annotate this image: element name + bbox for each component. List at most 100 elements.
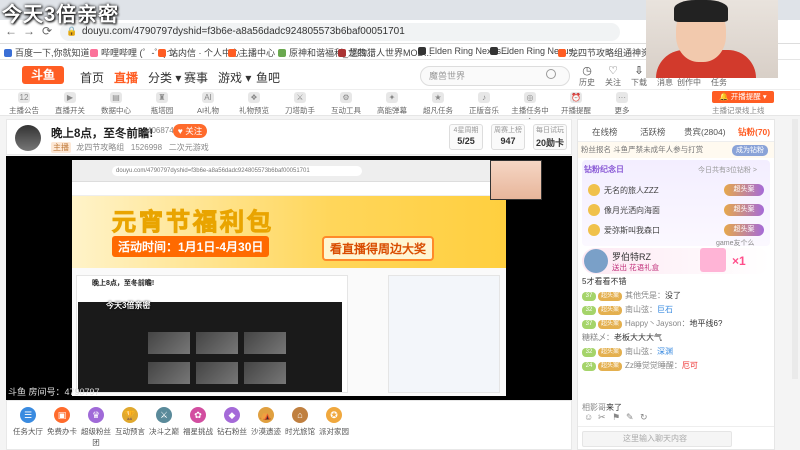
chat-text: 深渊 xyxy=(657,347,674,356)
chat-tool-2-icon[interactable]: ⚑ xyxy=(612,412,620,423)
banner-activity-time: 活动时间：1月1日-4月30日 xyxy=(112,236,270,257)
bookmark-label: 主播中心 xyxy=(239,48,276,58)
chat-user[interactable]: Zz睡觉觉睡醒： xyxy=(625,361,682,370)
rank-name: 像月光洒向海面 xyxy=(604,206,660,215)
bookmark-item[interactable]: 龙四节攻略组通神资... xyxy=(558,46,658,59)
tool-10[interactable]: ♪ 正版音乐 xyxy=(462,92,506,116)
stat-weekly[interactable]: 4星周期 5/25 xyxy=(449,124,483,150)
room-score: 406874 xyxy=(147,126,174,135)
chat-user[interactable]: 糖糕乄： xyxy=(582,333,614,342)
toolbar-item[interactable]: ✿ 福星挑战 xyxy=(181,407,215,437)
fans-count[interactable]: 今日共有3位钻粉 > xyxy=(698,165,757,175)
toolbar-item[interactable]: ⚔ 决斗之巅 xyxy=(147,407,181,437)
header-glyph-icon: ◷ xyxy=(582,65,592,77)
level-badge: 24 xyxy=(582,362,596,371)
toolbar-item[interactable]: ⌂ 时光旅馆 xyxy=(283,407,317,437)
chat-message xyxy=(582,388,772,402)
toolbar-item[interactable]: ◆ 钻石粉丝 xyxy=(215,407,249,437)
tool-icon: ⚙ xyxy=(340,92,352,103)
room-header: 晚上8点，至冬前瞻! 406874 ♥ 关注 主播 龙四节攻略组 1526998… xyxy=(6,119,572,155)
become-fan-button[interactable]: 成为钻粉 xyxy=(732,145,768,156)
open-record-link[interactable]: 主播记录线上线 xyxy=(712,105,765,116)
header-1-icon[interactable]: ♡ 关注 xyxy=(600,64,626,88)
ranking-row[interactable]: 像月光洒向海面 超头案 xyxy=(588,202,764,220)
tool-label: AI礼物 xyxy=(196,106,220,115)
tool-1[interactable]: ▶ 直播开关 xyxy=(48,92,92,116)
anchor-name[interactable]: 龙四节攻略组 xyxy=(76,143,124,152)
toolbar-item[interactable]: 🏆 互动预言 xyxy=(113,407,147,437)
url-input[interactable]: douyu.com/4790797dyshid=f3b6e-a8a56dadc9… xyxy=(60,23,620,41)
tool-icon: ✦ xyxy=(386,92,398,103)
nav-1[interactable]: 首页 xyxy=(80,69,104,86)
search-icon[interactable] xyxy=(546,69,556,79)
tab-3[interactable]: 钻粉(70) xyxy=(738,126,770,138)
tab-0[interactable]: 在线榜 xyxy=(592,126,618,138)
inner-thumb xyxy=(148,332,190,354)
room-title: 晚上8点，至冬前瞻! xyxy=(51,128,154,140)
tool-13[interactable]: ··· 更多 xyxy=(600,92,644,116)
chat-user[interactable]: 其他凭是： xyxy=(625,291,665,300)
ranking-row[interactable]: 无名的旅人ZZZ 超头案 xyxy=(588,182,764,200)
bookmark-item[interactable]: 主播中心 xyxy=(228,46,275,59)
follow-button[interactable]: ♥ 关注 xyxy=(173,124,207,138)
toolbar-item[interactable]: ☰ 任务大厅 xyxy=(11,407,45,437)
chat-text: 5才看看不错 xyxy=(582,277,627,286)
tool-8[interactable]: ✦ 高能弹幕 xyxy=(370,92,414,116)
level-badge: 37 xyxy=(582,320,596,329)
inner-url: douyu.com/4790797dyshid=f3b6e-a8a56dadc9… xyxy=(112,166,362,176)
inner-thumb xyxy=(244,362,286,384)
open-remind-button[interactable]: 🔔 开播提醒 ▾ xyxy=(712,91,774,103)
inner-thumb xyxy=(148,362,190,384)
chat-tool-4-icon[interactable]: ↻ xyxy=(640,412,648,423)
header-0-icon[interactable]: ◷ 历史 xyxy=(574,64,600,88)
chat-tool-0-icon[interactable]: ☺ xyxy=(584,412,593,422)
bookmark-item[interactable]: 百度一下,你就知道 xyxy=(4,46,90,59)
toolbar-item[interactable]: ✪ 派对家园 xyxy=(317,407,351,437)
nav-6[interactable]: 鱼吧 xyxy=(256,69,280,86)
tab-1[interactable]: 活跃榜 xyxy=(640,126,666,138)
bookmark-icon xyxy=(338,49,346,57)
toolbar-item[interactable]: ⛺ 沙漠遗迹 xyxy=(249,407,283,437)
tool-icon: ♜ xyxy=(156,92,168,103)
medal-icon xyxy=(588,184,600,196)
chat-user[interactable]: 南山弦： xyxy=(625,347,657,356)
toolbar-label: 沙漠遗迹 xyxy=(251,427,281,436)
nav-4[interactable]: 赛事 xyxy=(184,69,208,86)
chat-user[interactable]: 南山弦： xyxy=(625,305,657,314)
tool-7[interactable]: ⚙ 互动工具 xyxy=(324,92,368,116)
toolbar-item[interactable]: ♛ 超级粉丝团 xyxy=(79,407,113,448)
stat-daily[interactable]: 每日试玩 20勋卡 xyxy=(533,124,567,150)
chat-text: 巨石 xyxy=(657,305,674,314)
gift-box-icon xyxy=(700,248,726,272)
tool-3[interactable]: ♜ 瓶塔园 xyxy=(140,92,184,116)
chat-message xyxy=(582,374,772,388)
chat-input[interactable]: 这里输入聊天内容 xyxy=(582,431,732,447)
chat-user[interactable]: Happy丶Jayson： xyxy=(625,319,689,328)
inner-thumb xyxy=(196,362,238,384)
toolbar-item[interactable]: ▣ 免费办卡 xyxy=(45,407,79,437)
chat-tool-1-icon[interactable]: ✂ xyxy=(598,412,606,423)
tool-4[interactable]: AI AI礼物 xyxy=(186,92,230,116)
stat-rank[interactable]: 周赛上榜 947 xyxy=(491,124,525,150)
tool-12[interactable]: ⏰ 开播提醒 xyxy=(554,92,598,116)
banner-watch-reward: 看直播得周边大奖 xyxy=(322,236,435,261)
tool-2[interactable]: ▤ 数据中心 xyxy=(94,92,138,116)
tool-9[interactable]: ★ 超凡任务 xyxy=(416,92,460,116)
tab-2[interactable]: 贵宾(2804) xyxy=(684,126,726,138)
douyu-logo[interactable]: 斗鱼 xyxy=(22,66,64,84)
tool-0[interactable]: 12 主播公告 xyxy=(2,92,46,116)
room-category[interactable]: 二次元游戏 xyxy=(169,143,209,152)
toolbar-label: 互动预言 xyxy=(115,427,145,436)
anchor-avatar[interactable] xyxy=(15,125,41,151)
nav-2[interactable]: 直播 xyxy=(114,69,138,86)
tool-5[interactable]: ❖ 礼物预览 xyxy=(232,92,276,116)
toolbar-label: 超级粉丝团 xyxy=(81,427,111,447)
nav-5[interactable]: 游戏 ▾ xyxy=(218,69,251,86)
gift-extra: game友个么 xyxy=(716,240,755,247)
nav-3[interactable]: 分类 ▾ xyxy=(148,69,181,86)
video-player[interactable]: douyu.com/4790797dyshid=f3b6e-a8a56dadc9… xyxy=(6,156,572,400)
page-scrollbar[interactable] xyxy=(792,119,798,379)
tool-6[interactable]: ⚔ 刀塔助手 xyxy=(278,92,322,116)
tool-label: 数据中心 xyxy=(101,106,131,115)
chat-tool-3-icon[interactable]: ✎ xyxy=(626,412,634,423)
